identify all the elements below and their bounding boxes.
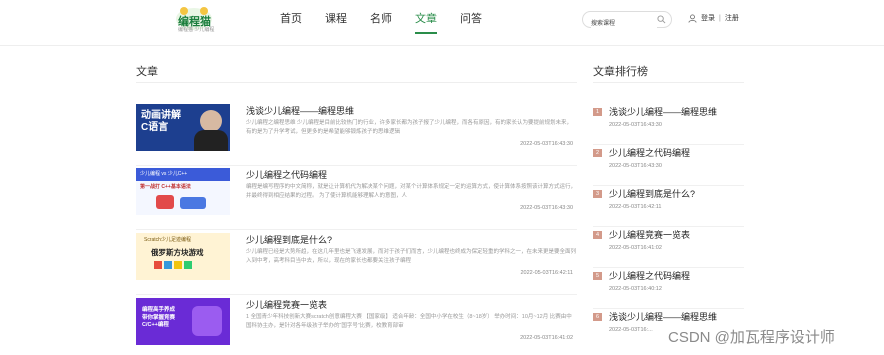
- ranking-heading: 文章排行榜: [593, 66, 648, 78]
- article-summary: 少儿编程已经是大势所趋，在这几年里也是飞速发展，而对于孩子们而言，少儿编程也终成…: [246, 249, 576, 264]
- ranking-time: 2022-05-03T16:40:12: [609, 286, 662, 292]
- user-icon: [688, 13, 697, 23]
- nav-courses[interactable]: 课程: [325, 0, 347, 40]
- article-summary: 1 全国青少年科技创新大赛scratch创意编程大赛 【国家级】 适合年龄：全国…: [246, 314, 572, 329]
- nav-home[interactable]: 首页: [280, 0, 302, 40]
- articles-heading: 文章: [136, 66, 158, 78]
- divider: [136, 82, 577, 83]
- article-time: 2022-05-03T16:43:30: [520, 205, 573, 211]
- rank-badge: 3: [593, 190, 602, 198]
- search-box: [582, 11, 672, 32]
- ranking-time: 2022-05-03T16:42:11: [609, 204, 662, 210]
- rank-badge: 4: [593, 231, 602, 239]
- ranking-time: 2022-05-03T16:43:30: [609, 122, 662, 128]
- ranking-title[interactable]: 浅谈少儿编程——编程思维: [609, 310, 717, 323]
- rank-badge: 5: [593, 272, 602, 280]
- ranking-item[interactable]: 3 少儿编程到底是什么? 2022-05-03T16:42:11: [593, 186, 744, 227]
- ranking-item[interactable]: 4 少儿编程竞赛一览表 2022-05-03T16:41:02: [593, 227, 744, 268]
- article-item[interactable]: 少儿编程 vs 少儿C++ 第一战打 C++基本语法 少儿编程之代码编程 编程是…: [136, 168, 577, 230]
- ranking-time: 2022-05-03T16:43:30: [609, 163, 662, 169]
- search-icon[interactable]: [657, 15, 666, 24]
- rank-badge: 2: [593, 149, 602, 157]
- csdn-watermark: CSDN @加瓦程序设计师: [668, 329, 835, 346]
- register-link[interactable]: 注册: [725, 13, 739, 23]
- ranking-time: 2022-05-03T16:...: [609, 327, 653, 333]
- login-link[interactable]: 登录: [701, 13, 715, 23]
- nav-teachers[interactable]: 名师: [370, 0, 392, 40]
- article-thumbnail[interactable]: 动画讲解 C语言: [136, 104, 230, 151]
- ranking-title[interactable]: 少儿编程之代码编程: [609, 269, 690, 282]
- rank-badge: 1: [593, 108, 602, 116]
- ranking-time: 2022-05-03T16:41:02: [609, 245, 662, 251]
- ranking-title[interactable]: 少儿编程之代码编程: [609, 146, 690, 159]
- search-input[interactable]: [591, 16, 657, 32]
- rank-badge: 6: [593, 313, 602, 321]
- nav-articles[interactable]: 文章: [415, 0, 437, 34]
- article-title[interactable]: 少儿编程到底是什么?: [246, 233, 332, 246]
- main-nav: 首页 课程 名师 文章 问答: [280, 0, 505, 40]
- ranking-title[interactable]: 浅谈少儿编程——编程思维: [609, 105, 717, 118]
- article-item[interactable]: Scratch少儿足迹编程 俄罗斯方块游戏 少儿编程到底是什么? 少儿编程已经是…: [136, 233, 577, 295]
- article-item[interactable]: 编程高手养成 带你掌握竞赛C/C++编程 少儿编程竞赛一览表 1 全国青少年科技…: [136, 298, 577, 355]
- article-time: 2022-05-03T16:41:02: [520, 335, 573, 341]
- article-title[interactable]: 浅谈少儿编程——编程思维: [246, 104, 354, 117]
- article-title[interactable]: 少儿编程之代码编程: [246, 168, 327, 181]
- article-time: 2022-05-03T16:42:11: [520, 270, 574, 276]
- nav-qa[interactable]: 问答: [460, 0, 482, 40]
- article-summary: 编程是编写程序的中文简称，就是让计算机代为解决某个问题，对某个计算体系规定一定的…: [246, 184, 576, 199]
- article-thumbnail[interactable]: 少儿编程 vs 少儿C++ 第一战打 C++基本语法: [136, 168, 230, 215]
- top-header: 编程猫 编程猫 少儿编程 首页 课程 名师 文章 问答 登录 | 注册: [0, 0, 884, 46]
- ranking-title[interactable]: 少儿编程竞赛一览表: [609, 228, 690, 241]
- article-summary: 少儿编程之编程思维 少儿编程是目前比较热门的行业，许多家长都为孩子报了少儿编程，…: [246, 120, 573, 135]
- ranking-item[interactable]: 5 少儿编程之代码编程 2022-05-03T16:40:12: [593, 268, 744, 309]
- logo-subtitle: 编程猫 少儿编程: [178, 27, 215, 33]
- article-thumbnail[interactable]: Scratch少儿足迹编程 俄罗斯方块游戏: [136, 233, 230, 280]
- article-thumbnail[interactable]: 编程高手养成 带你掌握竞赛C/C++编程: [136, 298, 230, 345]
- article-time: 2022-05-03T16:43:30: [520, 141, 573, 147]
- ranking-title[interactable]: 少儿编程到底是什么?: [609, 187, 695, 200]
- ranking-item[interactable]: 1 浅谈少儿编程——编程思维 2022-05-03T16:43:30: [593, 104, 744, 145]
- article-item[interactable]: 动画讲解 C语言 浅谈少儿编程——编程思维 少儿编程之编程思维 少儿编程是目前比…: [136, 104, 577, 166]
- ranking-item[interactable]: 2 少儿编程之代码编程 2022-05-03T16:43:30: [593, 145, 744, 186]
- auth-links: 登录 | 注册: [688, 13, 739, 23]
- article-title[interactable]: 少儿编程竞赛一览表: [246, 298, 327, 311]
- divider: [593, 82, 744, 83]
